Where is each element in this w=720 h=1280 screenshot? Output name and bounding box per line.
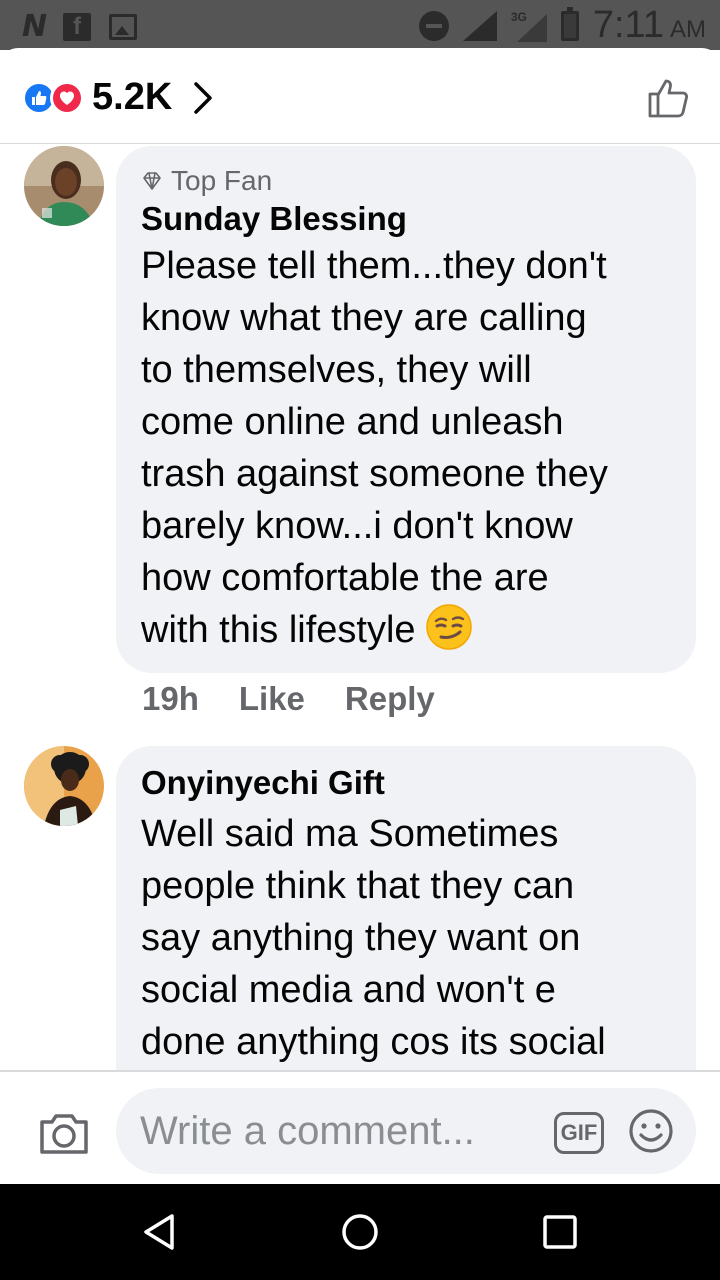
signal-icon [462,10,497,41]
diamond-icon [143,172,161,190]
comment-input-pill: GIF [116,1088,696,1174]
n-app-icon: N [22,9,47,44]
emoji-picker-icon[interactable] [628,1108,674,1154]
network-label: 3G [510,9,527,24]
home-circle-icon[interactable] [340,1212,380,1252]
comment-line: done anything cos its social [141,1021,606,1063]
comment-input[interactable] [140,1088,540,1174]
avatar[interactable] [24,746,104,826]
thumbs-up-icon[interactable] [646,74,692,120]
like-comment-button[interactable]: Like [239,680,305,718]
comment-line: Please tell them...they don't [141,245,607,287]
comment-line: barely know...i don't know [141,505,573,547]
top-fan-badge: Top Fan [141,164,672,198]
comment-author[interactable]: Onyinyechi Gift [141,762,672,804]
android-nav-bar [0,1184,720,1280]
comment-bubble: Onyinyechi Gift Well said ma Sometimes p… [116,746,696,1076]
comment-line-text: with this lifestyle [141,609,416,651]
comment-line: to themselves, they will [141,349,532,391]
comment-bubble: Top Fan Sunday Blessing Please tell them… [116,146,696,673]
chevron-right-icon [194,81,213,114]
back-triangle-icon[interactable] [140,1212,180,1252]
reply-comment-button[interactable]: Reply [345,680,435,718]
status-time: 7:11 [592,4,664,46]
status-ampm: AM [670,15,706,43]
recents-square-icon[interactable] [540,1212,580,1252]
network-3g-icon: 3G [511,10,547,42]
comments-header: 5.2K [0,48,720,144]
comment-text: Well said ma Sometimes people think that… [141,808,672,1068]
comment-line: say anything they want on [141,917,581,959]
badge-label: Top Fan [171,165,273,196]
avatar[interactable] [24,146,104,226]
comment-timestamp: 19h [142,680,199,717]
comment-text: Please tell them...they don't know what … [141,240,672,656]
camera-icon[interactable] [38,1110,90,1156]
reactions-summary[interactable]: 5.2K [22,76,216,119]
do-not-disturb-icon [418,10,449,41]
battery-icon [560,6,579,41]
comment-line: trash against someone they [141,453,608,495]
gif-button[interactable]: GIF [554,1112,604,1154]
comment-line: Well said ma Sometimes [141,813,559,855]
reaction-count: 5.2K [92,76,173,118]
status-bar: N f 3G 7:11 AM [0,0,720,50]
comment-line: with this lifestyle [141,604,672,656]
smirk-emoji-icon [426,604,472,650]
comment-composer: GIF [0,1070,720,1184]
comment-line: people think that they can [141,865,575,907]
comment-actions: 19h Like Reply [142,680,435,718]
comment-line: how comfortable the are [141,557,549,599]
love-reaction-icon [50,80,84,115]
comment-line: come online and unleash [141,401,564,443]
facebook-icon: f [63,12,92,41]
comment-line: social media and won't e [141,969,556,1011]
comment-line: know what they are calling [141,297,587,339]
comment-author[interactable]: Sunday Blessing [141,198,672,240]
image-icon [109,13,138,40]
